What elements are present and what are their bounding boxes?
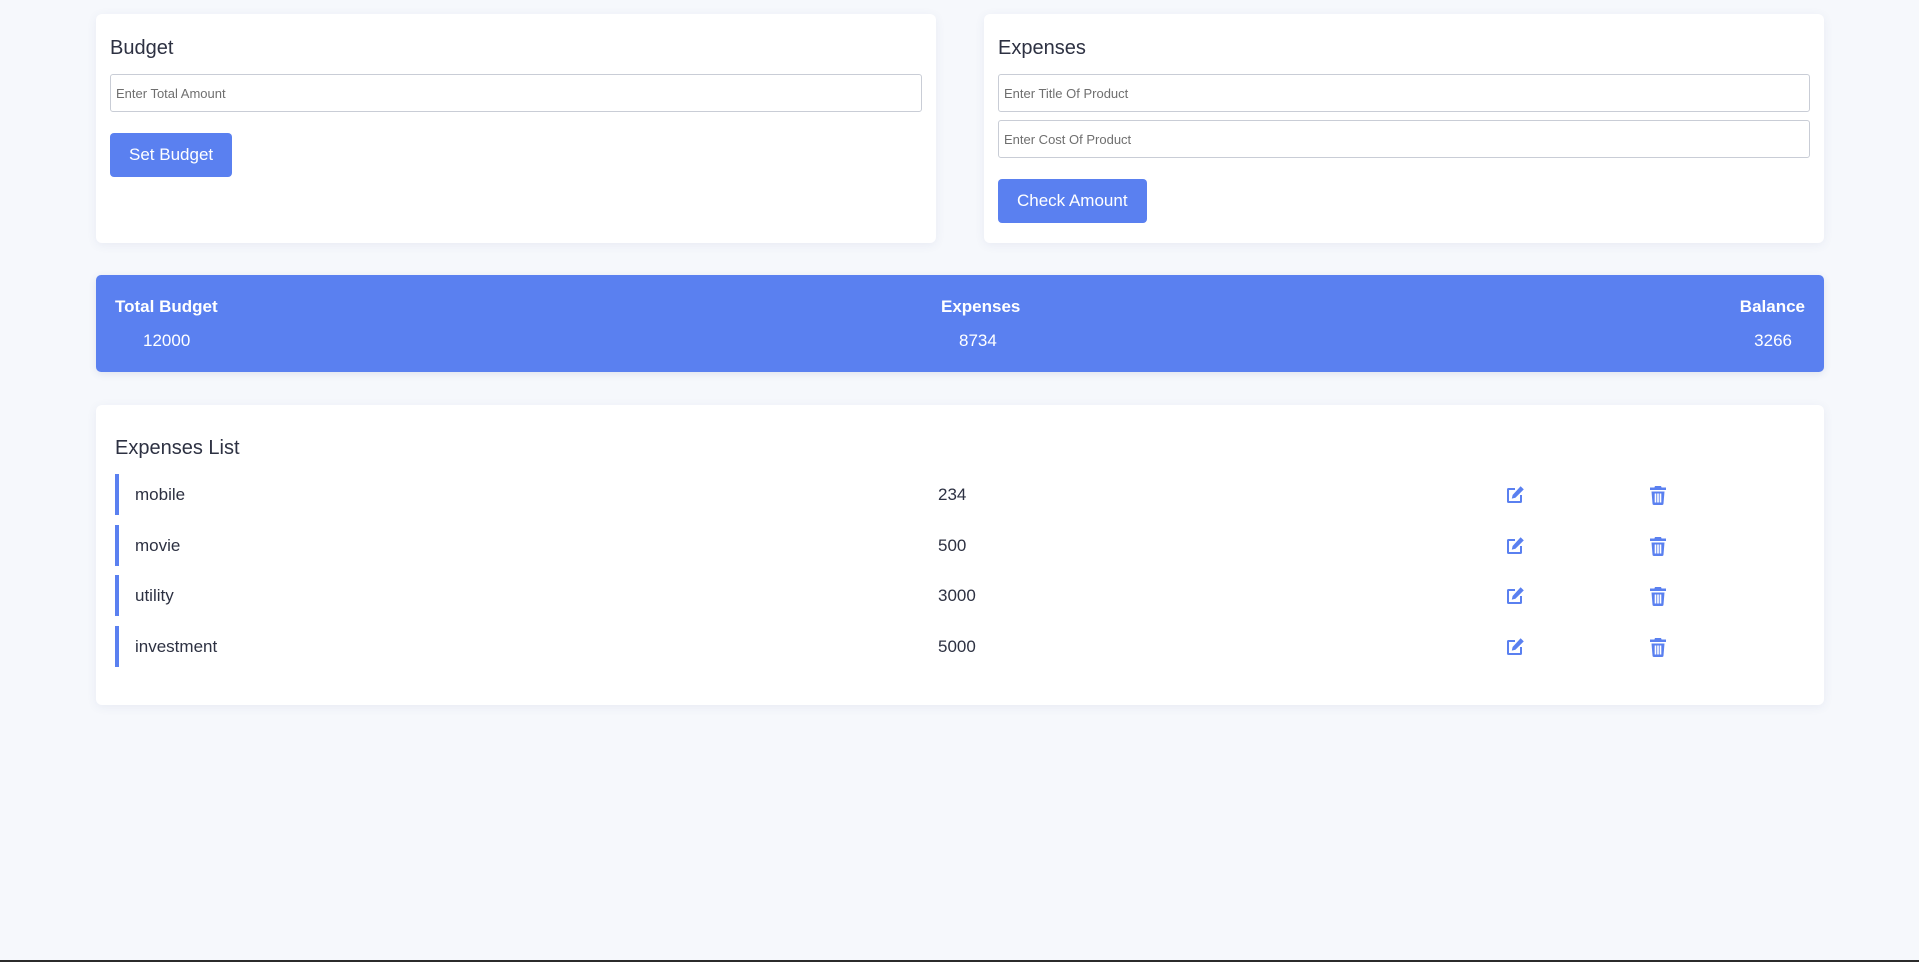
trash-icon[interactable] <box>1646 483 1670 507</box>
row-accent-bar <box>115 525 119 566</box>
edit-icon[interactable] <box>1503 635 1527 659</box>
total-amount-input[interactable] <box>110 74 922 112</box>
expense-amount: 500 <box>938 536 967 555</box>
list-item: mobile 234 <box>115 474 1805 515</box>
total-budget-label: Total Budget <box>115 297 218 316</box>
balance-value: 3266 <box>1754 331 1792 350</box>
trash-icon[interactable] <box>1646 635 1670 659</box>
edit-icon[interactable] <box>1503 534 1527 558</box>
total-budget-value: 12000 <box>143 331 191 350</box>
expense-amount: 3000 <box>938 586 976 605</box>
expenses-list-title: Expenses List <box>115 437 240 459</box>
edit-icon[interactable] <box>1503 483 1527 507</box>
list-item: investment 5000 <box>115 626 1805 667</box>
product-title-input[interactable] <box>998 74 1810 112</box>
expense-title: utility <box>135 586 174 605</box>
trash-icon[interactable] <box>1646 534 1670 558</box>
list-item: movie 500 <box>115 525 1805 566</box>
expense-title: mobile <box>135 485 186 504</box>
expense-amount: 234 <box>938 485 967 504</box>
expense-title: movie <box>135 536 181 555</box>
expenses-form-title: Expenses <box>998 37 1086 59</box>
edit-icon[interactable] <box>1503 584 1527 608</box>
budget-card: Budget Set Budget <box>96 14 936 243</box>
balance-label: Balance <box>1739 297 1805 316</box>
expenses-total-label: Expenses <box>941 297 1021 316</box>
expenses-form-card: Expenses Check Amount <box>984 14 1824 243</box>
expense-title: investment <box>135 637 218 656</box>
set-budget-button[interactable]: Set Budget <box>110 133 233 177</box>
expenses-total-value: 8734 <box>959 331 997 350</box>
row-accent-bar <box>115 575 119 616</box>
check-amount-button[interactable]: Check Amount <box>998 179 1147 223</box>
list-item: utility 3000 <box>115 575 1805 616</box>
row-accent-bar <box>115 474 119 515</box>
trash-icon[interactable] <box>1646 584 1670 608</box>
budget-title: Budget <box>110 37 174 59</box>
row-accent-bar <box>115 626 119 667</box>
summary-bar: Total Budget 12000 Expenses 8734 Balance… <box>96 275 1824 372</box>
expense-amount: 5000 <box>938 637 976 656</box>
product-cost-input[interactable] <box>998 120 1810 158</box>
